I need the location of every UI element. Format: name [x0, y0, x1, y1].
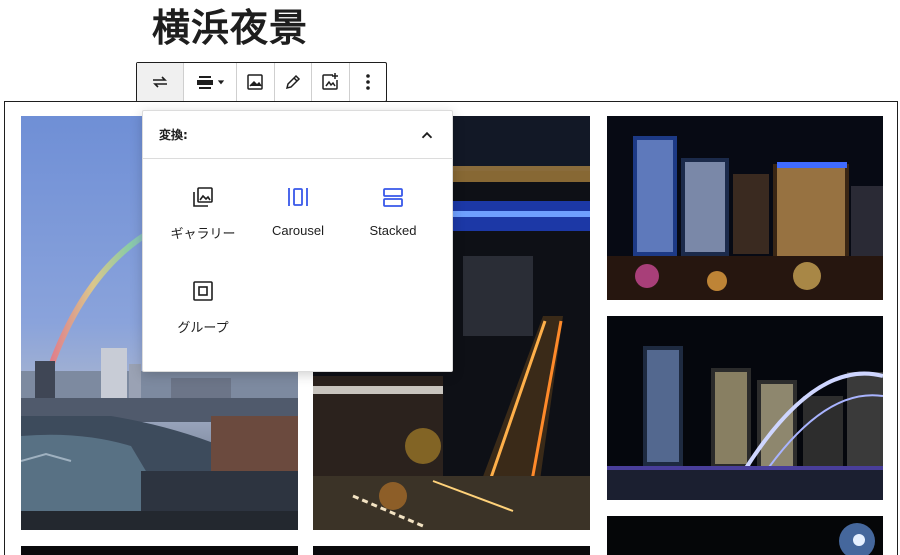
skyline-photo-3 [607, 516, 883, 555]
page-title: 横浜夜景 [152, 5, 309, 50]
option-label: グループ [177, 320, 229, 335]
chevron-up-icon[interactable] [418, 126, 436, 144]
skyline-photo-1 [607, 116, 883, 300]
more-options-button[interactable] [350, 63, 387, 101]
add-media-icon [322, 73, 339, 90]
align-button[interactable] [184, 63, 236, 101]
transform-option-stacked[interactable]: Stacked [345, 185, 441, 265]
transform-option-carousel[interactable]: Carousel [250, 185, 346, 265]
transform-option-gallery[interactable]: ギャラリー [155, 185, 251, 265]
gallery-icon [193, 187, 213, 207]
carousel-icon [288, 188, 308, 206]
popover-title: 変換: [159, 128, 188, 142]
align-icon [197, 76, 214, 89]
skyline-photo-2 [607, 316, 883, 500]
gallery-image-skyline-3[interactable] [607, 516, 883, 555]
option-label: Carousel [271, 223, 325, 238]
more-options-icon [365, 74, 370, 90]
group-icon [193, 281, 213, 301]
image-icon [247, 74, 264, 90]
add-media-button[interactable] [312, 63, 349, 101]
transform-option-group[interactable]: グループ [155, 279, 251, 359]
option-label: Stacked [369, 223, 417, 238]
gallery-image-skyline-2[interactable] [607, 316, 883, 500]
block-toolbar [136, 62, 387, 102]
transform-icon [153, 76, 168, 88]
edit-button[interactable] [275, 63, 312, 101]
replace-image-button[interactable] [237, 63, 274, 101]
chevron-down-icon [217, 80, 225, 85]
popover-header[interactable]: 変換: [143, 111, 452, 159]
transform-popover: 変換: ギャラリー Carousel Stacked グループ [142, 110, 453, 372]
gallery-image-partial-2[interactable] [313, 546, 590, 555]
transform-button[interactable] [137, 63, 184, 101]
pencil-icon [285, 74, 300, 90]
gallery-image-skyline-1[interactable] [607, 116, 883, 300]
gallery-image-partial-1[interactable] [21, 546, 298, 555]
option-label: ギャラリー [170, 226, 236, 241]
stacked-icon [383, 188, 403, 207]
